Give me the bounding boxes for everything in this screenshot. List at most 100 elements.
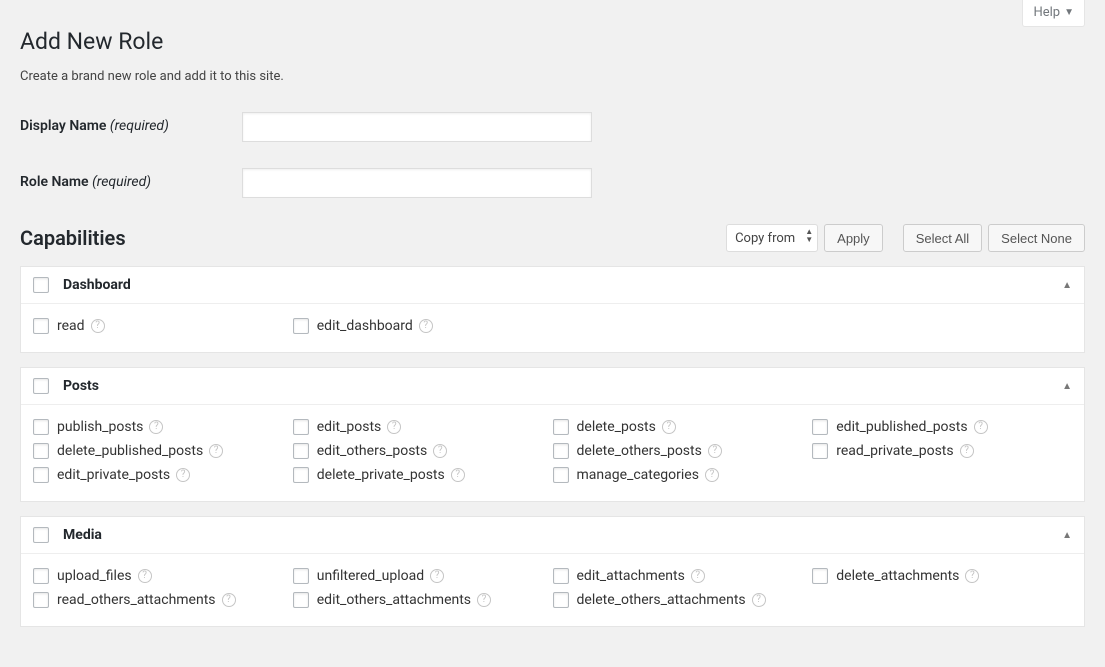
capability-checkbox[interactable] [33,592,49,608]
info-icon[interactable]: ? [138,569,152,583]
capability-item[interactable]: edit_posts? [293,415,553,439]
info-icon[interactable]: ? [209,444,223,458]
group-header[interactable]: Posts▲ [21,368,1084,405]
capability-item[interactable]: delete_posts? [553,415,813,439]
collapse-icon[interactable]: ▲ [1062,381,1072,392]
capability-item[interactable]: delete_others_attachments? [553,588,813,612]
capability-checkbox[interactable] [293,419,309,435]
info-icon[interactable]: ? [430,569,444,583]
group-checkbox[interactable] [33,277,49,293]
info-icon[interactable]: ? [91,319,105,333]
capability-label: edit_private_posts [57,467,170,483]
capability-checkbox[interactable] [33,318,49,334]
info-icon[interactable]: ? [419,319,433,333]
select-all-button[interactable]: Select All [903,224,982,252]
capability-checkbox[interactable] [33,443,49,459]
group-title: Posts [63,378,1062,394]
capability-group: Dashboard▲read?edit_dashboard? [20,266,1085,353]
capability-item[interactable]: manage_categories? [553,463,813,487]
capability-item[interactable]: delete_published_posts? [33,439,293,463]
capability-checkbox[interactable] [812,568,828,584]
capability-item[interactable]: read? [33,314,293,338]
info-icon[interactable]: ? [433,444,447,458]
capability-item[interactable]: edit_dashboard? [293,314,553,338]
info-icon[interactable]: ? [705,468,719,482]
capability-checkbox[interactable] [293,318,309,334]
capability-item[interactable]: edit_attachments? [553,564,813,588]
capability-label: edit_posts [317,419,382,435]
capability-checkbox[interactable] [812,443,828,459]
help-label: Help [1033,5,1060,20]
capability-label: edit_others_attachments [317,592,471,608]
capability-label: read_private_posts [836,443,953,459]
group-checkbox[interactable] [33,527,49,543]
apply-button[interactable]: Apply [824,224,883,252]
capability-item[interactable]: publish_posts? [33,415,293,439]
capability-checkbox[interactable] [553,568,569,584]
info-icon[interactable]: ? [965,569,979,583]
capability-label: delete_private_posts [317,467,445,483]
info-icon[interactable]: ? [662,420,676,434]
capability-checkbox[interactable] [812,419,828,435]
capability-label: edit_published_posts [836,419,967,435]
capability-label: delete_others_attachments [577,592,746,608]
capability-group: Posts▲publish_posts?edit_posts?delete_po… [20,367,1085,502]
capability-item[interactable]: edit_others_attachments? [293,588,553,612]
info-icon[interactable]: ? [451,468,465,482]
role-name-input[interactable] [242,168,592,198]
capability-item[interactable]: edit_published_posts? [812,415,1072,439]
capability-label: edit_attachments [577,568,685,584]
capability-checkbox[interactable] [553,592,569,608]
capability-item[interactable]: delete_attachments? [812,564,1072,588]
capability-item[interactable]: upload_files? [33,564,293,588]
copy-from-select[interactable]: Copy from ▲▼ [726,224,818,252]
info-icon[interactable]: ? [708,444,722,458]
capability-item[interactable]: edit_others_posts? [293,439,553,463]
select-none-button[interactable]: Select None [988,224,1085,252]
group-header[interactable]: Dashboard▲ [21,267,1084,304]
capability-label: edit_dashboard [317,318,413,334]
capability-label: publish_posts [57,419,143,435]
info-icon[interactable]: ? [387,420,401,434]
capability-label: delete_posts [577,419,656,435]
info-icon[interactable]: ? [222,593,236,607]
capability-checkbox[interactable] [293,568,309,584]
capability-item[interactable]: delete_others_posts? [553,439,813,463]
chevron-down-icon: ▼ [1064,7,1074,18]
capability-checkbox[interactable] [33,467,49,483]
role-name-label: Role Name (required) [20,168,242,198]
capability-item[interactable]: read_private_posts? [812,439,1072,463]
capability-checkbox[interactable] [293,467,309,483]
info-icon[interactable]: ? [974,420,988,434]
capability-label: unfiltered_upload [317,568,424,584]
capability-label: read [57,318,85,334]
collapse-icon[interactable]: ▲ [1062,280,1072,291]
capability-item[interactable]: edit_private_posts? [33,463,293,487]
display-name-input[interactable] [242,112,592,142]
capability-checkbox[interactable] [553,419,569,435]
info-icon[interactable]: ? [752,593,766,607]
capability-label: delete_published_posts [57,443,203,459]
capability-item[interactable]: delete_private_posts? [293,463,553,487]
info-icon[interactable]: ? [477,593,491,607]
capability-checkbox[interactable] [553,443,569,459]
capability-label: upload_files [57,568,132,584]
group-header[interactable]: Media▲ [21,517,1084,554]
group-checkbox[interactable] [33,378,49,394]
info-icon[interactable]: ? [691,569,705,583]
capability-item[interactable]: unfiltered_upload? [293,564,553,588]
info-icon[interactable]: ? [149,420,163,434]
capability-checkbox[interactable] [553,467,569,483]
capability-checkbox[interactable] [293,443,309,459]
collapse-icon[interactable]: ▲ [1062,530,1072,541]
capability-label: delete_others_posts [577,443,702,459]
help-tab[interactable]: Help ▼ [1022,0,1085,27]
capability-checkbox[interactable] [33,568,49,584]
group-body: upload_files?unfiltered_upload?edit_atta… [21,554,1084,626]
capability-label: delete_attachments [836,568,959,584]
info-icon[interactable]: ? [960,444,974,458]
capability-checkbox[interactable] [33,419,49,435]
capability-checkbox[interactable] [293,592,309,608]
capability-item[interactable]: read_others_attachments? [33,588,293,612]
info-icon[interactable]: ? [176,468,190,482]
